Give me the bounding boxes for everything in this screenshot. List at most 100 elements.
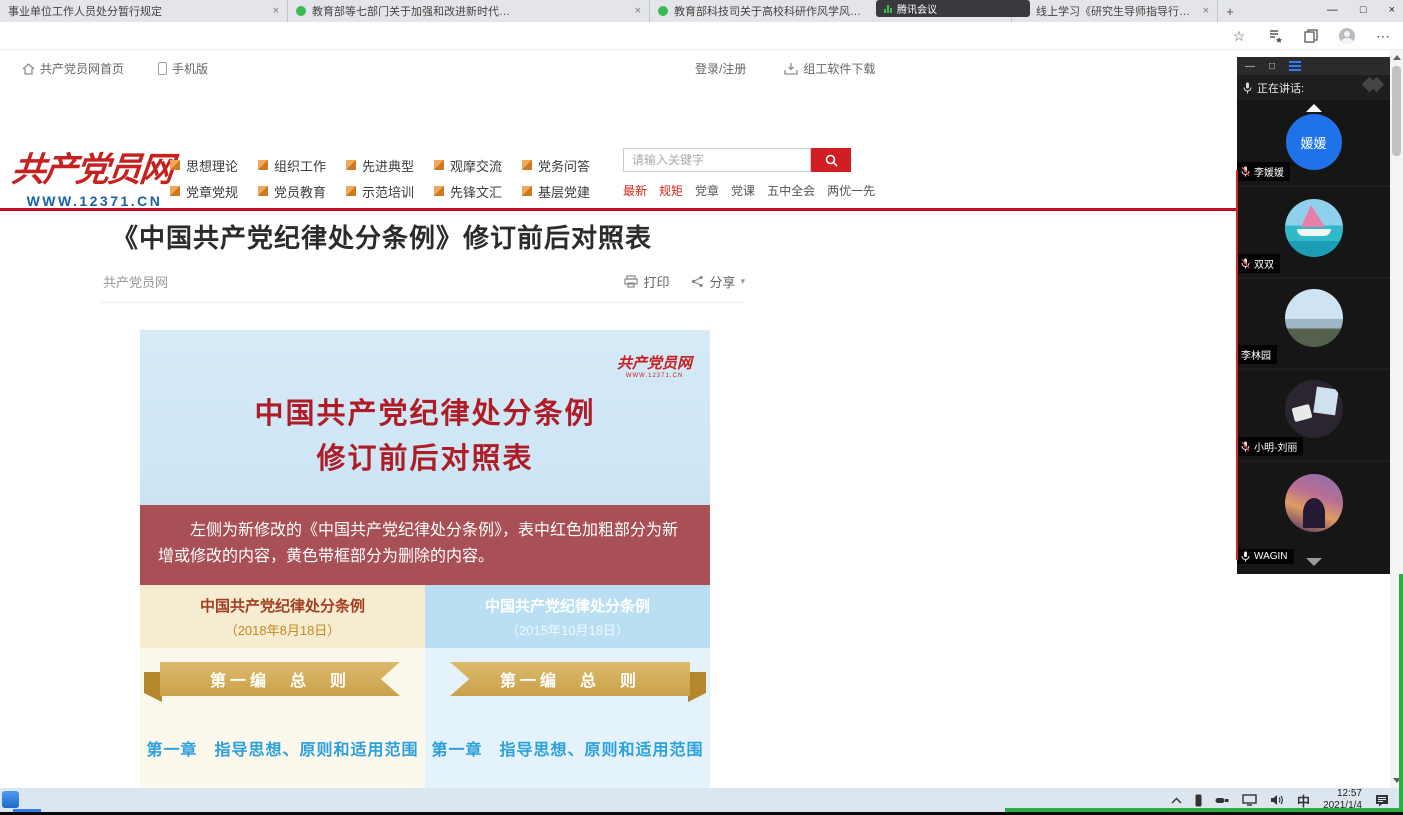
phone-icon	[158, 62, 167, 75]
nav-item[interactable]: 观摩交流	[434, 152, 522, 178]
participant-tile[interactable]: WAGIN	[1237, 462, 1390, 574]
hot-keywords: 最新 规矩 党章 党课 五中全会 两优一先	[623, 182, 875, 199]
meeting-logo-watermark	[1368, 79, 1382, 93]
nav-item[interactable]: 组织工作	[258, 152, 346, 178]
hot-word[interactable]: 党章	[695, 182, 719, 199]
collections-icon[interactable]	[1265, 26, 1285, 46]
meeting-toast-label: 腾讯会议	[897, 1, 937, 16]
login-register-link[interactable]: 登录/注册	[695, 60, 746, 77]
right-part-ribbon: 第一编 总 则	[425, 648, 710, 710]
nav-bullet-icon	[170, 186, 180, 196]
share-caret-icon[interactable]: ▾	[740, 276, 745, 287]
nav-item[interactable]: 示范培训	[346, 178, 434, 204]
poster-logo: 共产党员网 WWW.12371.CN	[617, 352, 692, 379]
participant-tile[interactable]: 李林园	[1237, 279, 1390, 368]
tab-close-icon[interactable]: ×	[1203, 5, 1209, 17]
panel-red-edge	[1236, 170, 1238, 560]
left-column-header: 中国共产党纪律处分条例 （2018年8月18日）	[140, 585, 425, 648]
nav-bullet-icon	[346, 186, 356, 196]
maximize-button[interactable]: □	[1360, 4, 1367, 16]
hot-word[interactable]: 五中全会	[767, 182, 815, 199]
site-logo[interactable]: 共产党员网 WWW.12371.CN	[12, 142, 177, 209]
software-download-link[interactable]: 组工软件下载	[784, 60, 875, 77]
site-nav: 思想理论 组织工作 先进典型 观摩交流 党务问答 党章党规 党员教育 示范培训 …	[170, 152, 610, 204]
display-icon[interactable]	[1242, 794, 1257, 806]
nav-item[interactable]: 党务问答	[522, 152, 610, 178]
browser-tab[interactable]: 事业单位工作人员处分暂行规定 ×	[0, 0, 288, 22]
tab-favicon	[296, 6, 306, 16]
search-input[interactable]	[623, 148, 811, 172]
browser-toolbar	[0, 22, 1403, 50]
share-button[interactable]: 分享 ▾	[691, 272, 745, 291]
right-chapter-heading: 第一章 指导思想、原则和适用范围	[425, 710, 710, 788]
browser-tab[interactable]: 线上学习《研究生导师指导行为准则》 ×	[1012, 0, 1218, 22]
taskbar-app-icon[interactable]	[2, 791, 19, 808]
new-tab-button[interactable]: +	[1218, 0, 1242, 22]
participant-avatar: 媛媛	[1286, 114, 1342, 170]
mobile-version-link[interactable]: 手机版	[158, 60, 208, 77]
nav-item[interactable]: 先锋文汇	[434, 178, 522, 204]
close-button[interactable]: ×	[1389, 4, 1395, 16]
ime-indicator[interactable]: 中	[1297, 791, 1310, 810]
participant-tile[interactable]: 双双	[1237, 187, 1390, 277]
search-icon	[825, 154, 838, 167]
mic-muted-icon	[1241, 166, 1250, 177]
nav-item[interactable]: 思想理论	[170, 152, 258, 178]
tab-close-icon[interactable]: ×	[273, 5, 279, 17]
participant-avatar	[1285, 380, 1343, 438]
mic-muted-icon	[1241, 258, 1250, 269]
hot-word[interactable]: 最新	[623, 182, 647, 199]
meeting-toast[interactable]: 腾讯会议	[876, 0, 1030, 17]
webpage: 共产党员网首页 手机版 登录/注册 组工软件下载 共产党员网 WWW.12371…	[0, 50, 1390, 788]
participant-name-chip: 李林园	[1237, 345, 1277, 364]
nav-bullet-icon	[258, 160, 268, 170]
hot-word[interactable]: 党课	[731, 182, 755, 199]
browser-tab-strip: 事业单位工作人员处分暂行规定 × 教育部等七部门关于加强和改进新时代… × 教育…	[0, 0, 1403, 22]
screenshare-border-bottom	[1005, 808, 1403, 812]
participant-name-chip: WAGIN	[1237, 549, 1294, 564]
meeting-panel: — □ 正在讲话: 媛媛 李媛媛 双双 李林园	[1237, 57, 1390, 574]
participant-tile[interactable]: 小明-刘丽	[1237, 370, 1390, 460]
print-button[interactable]: 打印	[624, 272, 669, 291]
nav-item[interactable]: 党员教育	[258, 178, 346, 204]
site-home-link[interactable]: 共产党员网首页	[22, 60, 124, 77]
nav-item[interactable]: 先进典型	[346, 152, 434, 178]
device-icon[interactable]	[1195, 794, 1202, 807]
search-button[interactable]	[811, 148, 851, 172]
panel-minimize-button[interactable]: —	[1245, 61, 1255, 72]
scrollbar-thumb[interactable]	[1392, 66, 1401, 156]
panel-menu-icon[interactable]	[1289, 61, 1301, 71]
tab-title: 教育部等七部门关于加强和改进新时代…	[312, 3, 629, 19]
notification-center-icon[interactable]	[1375, 794, 1389, 807]
participant-tile[interactable]: 媛媛 李媛媛	[1237, 100, 1390, 185]
hot-word[interactable]: 规矩	[659, 182, 683, 199]
panel-maximize-button[interactable]: □	[1269, 61, 1275, 72]
nav-item[interactable]: 党章党规	[170, 178, 258, 204]
article-title: 《中国共产党纪律处分条例》修订前后对照表	[112, 218, 812, 255]
site-utility-bar: 共产党员网首页 手机版 登录/注册 组工软件下载	[0, 50, 1390, 86]
nav-bullet-icon	[434, 186, 444, 196]
tab-close-icon[interactable]: ×	[635, 5, 641, 17]
meeting-panel-header: — □	[1237, 57, 1390, 75]
favorite-star-icon[interactable]: ☆	[1229, 26, 1249, 46]
toolbar-icon-group: ☆ ⋯	[1229, 26, 1393, 46]
scroll-up-arrow[interactable]	[1393, 55, 1401, 60]
poster-title: 中国共产党纪律处分条例 修订前后对照表	[140, 392, 710, 482]
volume-icon[interactable]	[1270, 794, 1284, 806]
hidden-icons-chevron[interactable]	[1171, 797, 1182, 804]
collapse-down-icon[interactable]	[1306, 558, 1322, 566]
more-menu-icon[interactable]: ⋯	[1373, 26, 1393, 46]
usb-icon[interactable]	[1215, 796, 1229, 805]
nav-item[interactable]: 基层党建	[522, 178, 610, 204]
nav-bullet-icon	[522, 186, 532, 196]
participant-name-chip: 李媛媛	[1237, 162, 1290, 181]
profile-avatar-icon[interactable]	[1337, 26, 1357, 46]
collapse-up-icon[interactable]	[1306, 104, 1322, 112]
print-icon	[624, 275, 638, 288]
minimize-button[interactable]: —	[1327, 4, 1338, 16]
mic-muted-icon	[1241, 441, 1250, 452]
snapshot-icon[interactable]	[1301, 26, 1321, 46]
window-controls: — □ ×	[1327, 0, 1395, 20]
browser-tab[interactable]: 教育部等七部门关于加强和改进新时代… ×	[288, 0, 650, 22]
hot-word[interactable]: 两优一先	[827, 182, 875, 199]
